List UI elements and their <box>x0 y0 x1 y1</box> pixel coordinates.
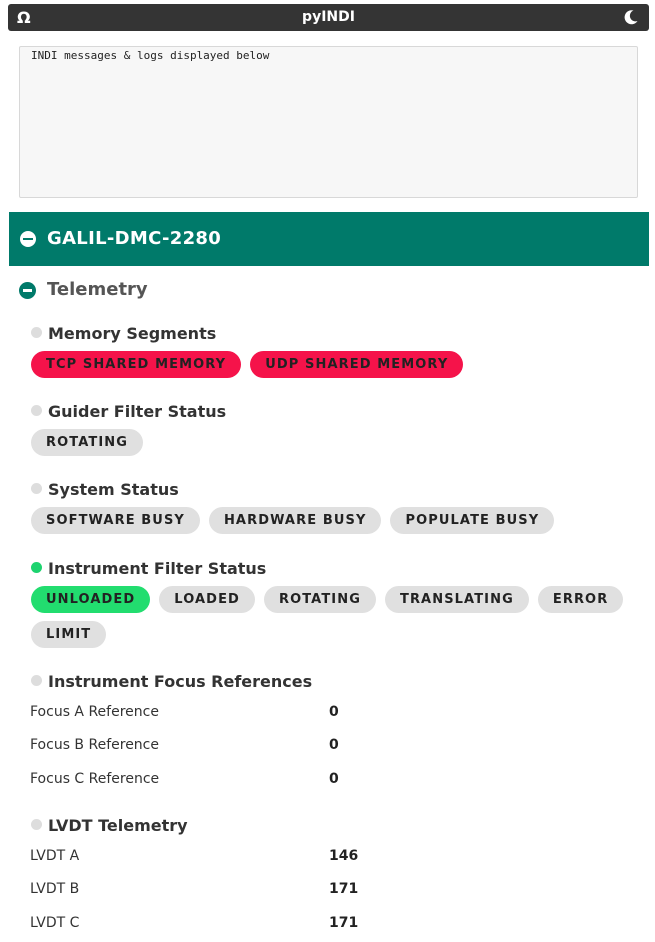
number-value: 171 <box>329 915 359 931</box>
property-title: System Status <box>31 479 179 501</box>
number-label: Focus C Reference <box>30 771 160 787</box>
device-header[interactable]: GALIL-DMC-2280 <box>9 212 649 266</box>
loaded-button[interactable]: LOADED <box>159 586 255 613</box>
property-label: Instrument Filter Status <box>48 559 267 578</box>
populate-busy-button[interactable]: POPULATE BUSY <box>390 507 555 534</box>
status-light-icon <box>31 405 42 416</box>
number-row: LVDT A 146 <box>30 846 430 866</box>
number-label: LVDT B <box>30 881 80 897</box>
number-label: LVDT C <box>30 915 80 931</box>
hardware-busy-button[interactable]: HARDWARE BUSY <box>208 507 382 534</box>
status-light-icon <box>31 675 42 686</box>
collapse-icon[interactable] <box>19 282 36 299</box>
error-button[interactable]: ERROR <box>537 586 624 613</box>
property-label: Guider Filter Status <box>48 402 227 421</box>
property-title: Instrument Filter Status <box>31 558 266 580</box>
property-label: Instrument Focus References <box>48 672 313 691</box>
number-value: 0 <box>329 771 339 787</box>
number-value: 146 <box>329 848 359 864</box>
instrument-filter-buttons-row2: LIMIT <box>31 621 107 648</box>
number-row: LVDT C 171 <box>30 913 430 933</box>
number-label: Focus B Reference <box>30 737 159 753</box>
log-text: INDI messages & logs displayed below <box>31 49 270 62</box>
app-header: Ω pyINDI <box>8 4 649 31</box>
number-label: Focus A Reference <box>30 704 159 720</box>
number-value: 0 <box>329 704 339 720</box>
translating-button[interactable]: TRANSLATING <box>384 586 529 613</box>
number-value: 171 <box>329 881 359 897</box>
limit-button[interactable]: LIMIT <box>31 621 107 648</box>
status-light-icon <box>31 819 42 830</box>
status-light-icon <box>31 562 42 573</box>
instrument-filter-buttons: UNLOADED LOADED ROTATING TRANSLATING ERR… <box>31 586 624 613</box>
software-busy-button[interactable]: SOFTWARE BUSY <box>31 507 200 534</box>
property-label: LVDT Telemetry <box>48 816 188 835</box>
number-row: Focus B Reference 0 <box>30 735 430 755</box>
collapse-icon[interactable] <box>20 231 36 247</box>
number-value: 0 <box>329 737 339 753</box>
system-status-buttons: SOFTWARE BUSY HARDWARE BUSY POPULATE BUS… <box>31 507 555 534</box>
property-title: Memory Segments <box>31 323 216 345</box>
property-title: Guider Filter Status <box>31 401 226 423</box>
property-title: LVDT Telemetry <box>31 815 188 837</box>
moon-icon[interactable] <box>623 9 639 25</box>
number-label: LVDT A <box>30 848 80 864</box>
guider-filter-buttons: ROTATING <box>31 429 144 456</box>
number-row: LVDT B 171 <box>30 879 430 899</box>
property-title: Instrument Focus References <box>31 671 312 693</box>
property-label: System Status <box>48 480 179 499</box>
rotating-button[interactable]: ROTATING <box>31 429 144 456</box>
property-label: Memory Segments <box>48 324 217 343</box>
number-row: Focus A Reference 0 <box>30 702 430 722</box>
number-row: Focus C Reference 0 <box>30 769 430 789</box>
log-textarea[interactable]: INDI messages & logs displayed below <box>19 46 638 198</box>
memory-segments-buttons: TCP SHARED MEMORY UDP SHARED MEMORY <box>31 351 464 378</box>
group-name: Telemetry <box>47 279 148 300</box>
udp-shared-memory-button[interactable]: UDP SHARED MEMORY <box>250 351 464 378</box>
status-light-icon <box>31 483 42 494</box>
unloaded-button[interactable]: UNLOADED <box>31 586 151 613</box>
status-light-icon <box>31 327 42 338</box>
app-title: pyINDI <box>302 9 355 25</box>
rotating-button[interactable]: ROTATING <box>263 586 376 613</box>
device-name: GALIL-DMC-2280 <box>47 228 222 249</box>
tcp-shared-memory-button[interactable]: TCP SHARED MEMORY <box>31 351 242 378</box>
